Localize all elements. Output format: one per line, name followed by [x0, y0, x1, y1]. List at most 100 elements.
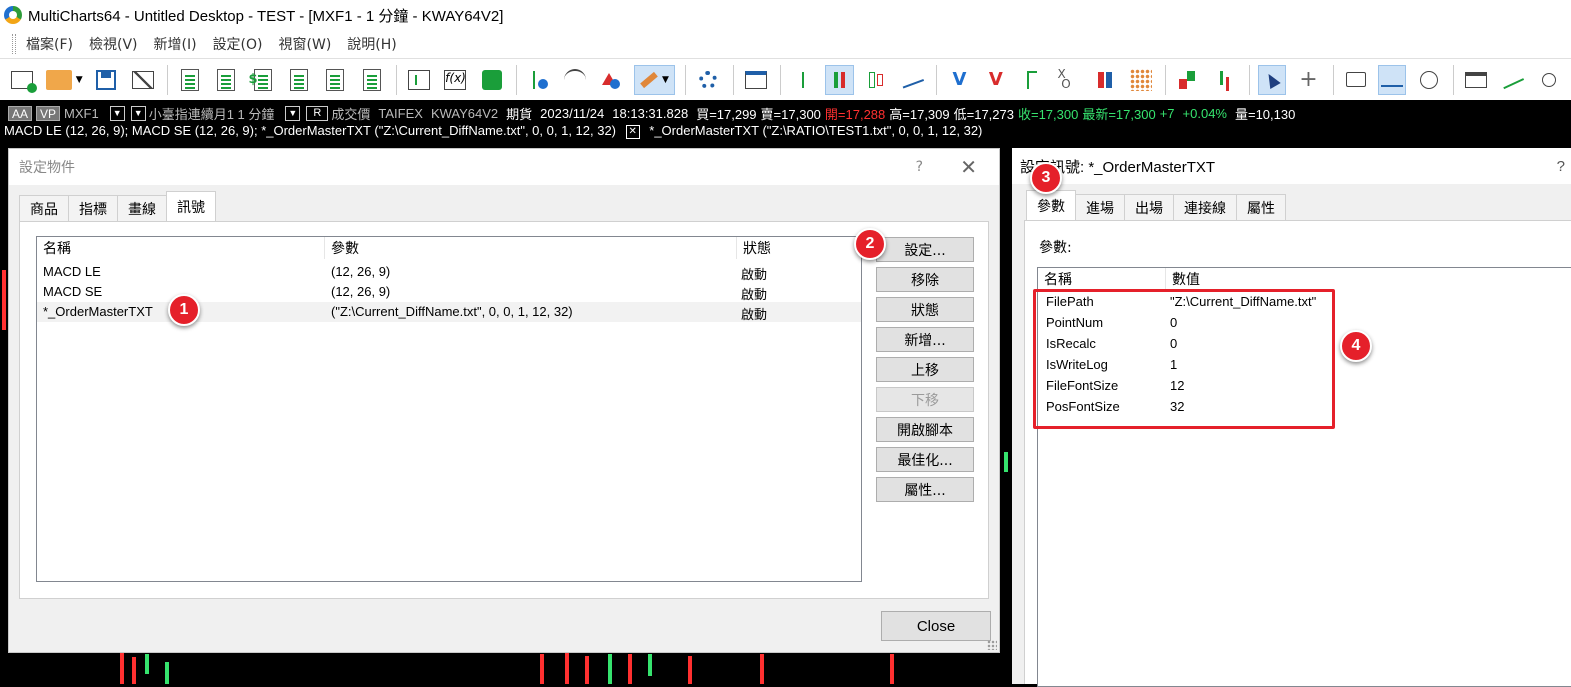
column-header-name[interactable]: 名稱: [1038, 268, 1166, 290]
step-icon: [1027, 70, 1038, 89]
multicharts-logo-icon: [4, 6, 22, 24]
bar-style-candle-button[interactable]: [825, 64, 854, 95]
menu-file[interactable]: 檔案(F): [26, 34, 73, 54]
resolution-dropdown-icon[interactable]: ▼: [130, 106, 146, 121]
tab-inputs[interactable]: 參數: [1026, 190, 1076, 220]
trend-arrows-icon: [1500, 70, 1525, 89]
tab-instruments[interactable]: 商品: [19, 195, 69, 221]
dom-button[interactable]: [1534, 65, 1562, 95]
comment-tool-button[interactable]: [1342, 65, 1370, 95]
crosshair-tool-button[interactable]: +: [1294, 65, 1322, 95]
drawing-tools-button[interactable]: ▼: [633, 64, 676, 95]
tab-properties[interactable]: 屬性: [1236, 194, 1286, 220]
toolbar-divider: [1248, 64, 1250, 95]
menu-window[interactable]: 視窗(W): [279, 34, 332, 54]
close-button[interactable]: Close: [881, 611, 991, 641]
pointer-tool-button[interactable]: [1257, 64, 1287, 95]
optimize-button[interactable]: 最佳化...: [876, 447, 974, 472]
kagi-button[interactable]: V: [982, 65, 1010, 95]
realtime-dropdown[interactable]: R: [306, 106, 329, 121]
trade-tracker-button[interactable]: [1498, 65, 1526, 95]
tab-studies[interactable]: 指標: [68, 195, 118, 221]
dots-button[interactable]: [1127, 65, 1155, 95]
close-icon[interactable]: ✕: [960, 155, 977, 179]
symbol-dropdown-icon[interactable]: ▼: [109, 106, 125, 121]
chevron-down-icon[interactable]: ▼: [285, 106, 301, 121]
updown-button[interactable]: [1211, 65, 1239, 95]
chart-bar: [132, 657, 136, 684]
tab-exits[interactable]: 出場: [1124, 194, 1174, 220]
low-price: 低=17,273: [953, 107, 1014, 122]
insert-function-button[interactable]: f(x): [441, 65, 469, 95]
tab-signals[interactable]: 訊號: [166, 191, 216, 221]
column-header-name[interactable]: 名稱: [37, 237, 325, 259]
clock-tool-button[interactable]: [1414, 65, 1442, 95]
save-button[interactable]: [92, 65, 120, 95]
signal-close-icon[interactable]: ✕: [625, 124, 640, 139]
properties-button[interactable]: 屬性...: [876, 477, 974, 502]
add-bar-button[interactable]: [525, 65, 553, 95]
dot-grid-icon: [1130, 68, 1153, 91]
add-signal-button[interactable]: 新增...: [876, 327, 974, 352]
column-header-status[interactable]: 狀態: [737, 237, 861, 259]
bar-style-line-button[interactable]: [789, 65, 817, 95]
remove-signal-button[interactable]: 移除: [876, 267, 974, 292]
insert-grid-button[interactable]: [321, 65, 349, 95]
menu-help[interactable]: 說明(H): [347, 34, 396, 54]
help-icon[interactable]: ?: [916, 159, 923, 175]
list-item[interactable]: MACD LE (12, 26, 9) 啟動: [37, 262, 861, 283]
list-item-selected[interactable]: *_OrderMasterTXT ("Z:\Current_DiffName.t…: [37, 302, 861, 323]
column-header-value[interactable]: 數值: [1166, 268, 1566, 290]
font-size-button[interactable]: AA: [8, 106, 33, 121]
signals-list[interactable]: 名稱 參數 狀態 MACD LE (12, 26, 9) 啟動 MACD SE …: [36, 236, 862, 582]
tab-entries[interactable]: 進場: [1075, 194, 1125, 220]
price-type: 成交價: [331, 107, 371, 122]
new-window-button[interactable]: [8, 65, 38, 95]
xo-button[interactable]: X O: [1054, 65, 1082, 95]
cursor-arrow-icon: [1263, 70, 1281, 89]
insert-dollar-button[interactable]: $: [248, 65, 276, 95]
symbol-description: 小臺指連續月1 1 分鐘: [148, 107, 275, 122]
open-workspace-button[interactable]: ▼: [44, 65, 84, 95]
move-up-button[interactable]: 上移: [876, 357, 974, 382]
bar-style-hollow-button[interactable]: [862, 65, 890, 95]
trendline-tool-button[interactable]: [1377, 64, 1407, 95]
renko-button[interactable]: [1091, 65, 1119, 95]
status-signal-button[interactable]: 狀態: [876, 297, 974, 322]
menu-insert[interactable]: 新增(I): [154, 34, 197, 54]
resize-grip-icon[interactable]: [987, 640, 997, 650]
add-bar-icon: [528, 69, 550, 91]
settings-button[interactable]: [694, 65, 722, 95]
tab-connectors[interactable]: 連接線: [1173, 194, 1237, 220]
insert-report-button[interactable]: [357, 65, 385, 95]
menu-format[interactable]: 設定(O): [213, 34, 263, 54]
pointfigure-button[interactable]: V: [945, 65, 973, 95]
bar-style-lineclose-button[interactable]: [898, 65, 926, 95]
step-button[interactable]: [1018, 65, 1046, 95]
menu-view[interactable]: 檢視(V): [89, 34, 138, 54]
help-icon[interactable]: ?: [1557, 158, 1565, 175]
list-item[interactable]: MACD SE (12, 26, 9) 啟動: [37, 282, 861, 303]
insert-plugin-button[interactable]: [477, 65, 505, 95]
heatmap-button[interactable]: [1174, 65, 1202, 95]
tab-drawings[interactable]: 畫線: [117, 195, 167, 221]
close-workspace-button[interactable]: [128, 65, 156, 95]
add-signal-button[interactable]: [597, 65, 625, 95]
open-script-button[interactable]: 開啟腳本: [876, 417, 974, 442]
window-settings-button[interactable]: [742, 65, 770, 95]
chart-bar: [165, 662, 169, 684]
toolbar-divider: [685, 64, 687, 95]
updown-bars-icon: [1214, 69, 1236, 91]
blocks-icon: [1177, 69, 1199, 91]
volume-profile-button[interactable]: VP: [36, 106, 61, 121]
column-header-params[interactable]: 參數: [325, 237, 737, 259]
function-icon: f(x): [444, 69, 467, 90]
insert-sheet-button[interactable]: [212, 65, 240, 95]
insert-chart-button[interactable]: [176, 65, 204, 95]
insert-list-button[interactable]: [285, 65, 313, 95]
insert-study-button[interactable]: [405, 65, 433, 95]
format-signal-button[interactable]: 設定...: [876, 237, 974, 262]
add-line-button[interactable]: [561, 65, 589, 95]
chart-bar: [760, 654, 764, 684]
order-window-button[interactable]: [1462, 65, 1490, 95]
